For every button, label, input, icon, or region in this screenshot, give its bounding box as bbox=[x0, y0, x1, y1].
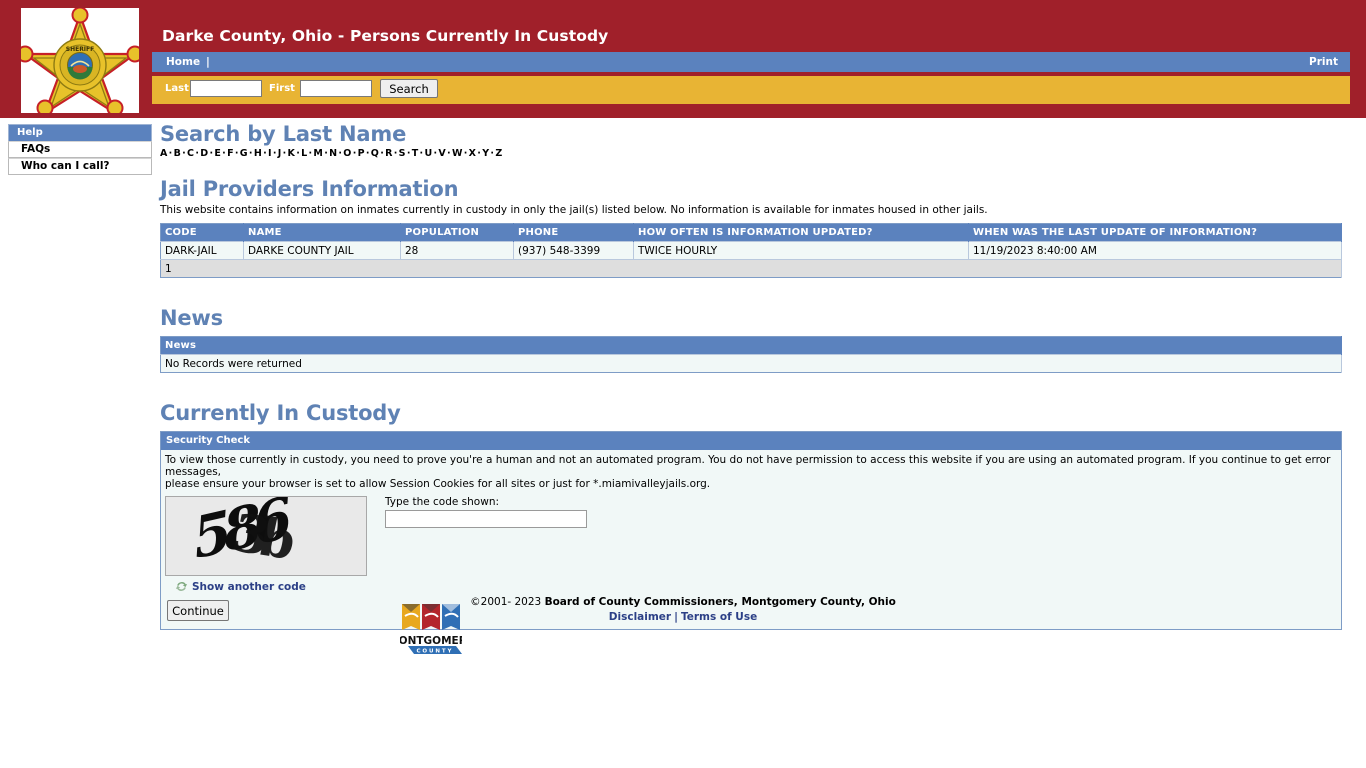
cell-update-freq: TWICE HOURLY bbox=[633, 241, 969, 260]
footer-copyright-owner: Board of County Commissioners, Montgomer… bbox=[544, 596, 896, 608]
captcha-image: 586 3b bbox=[165, 496, 367, 576]
footer-link-separator: | bbox=[674, 611, 678, 623]
nav-item-home[interactable]: Home bbox=[166, 56, 200, 68]
captcha-input-label: Type the code shown: bbox=[385, 496, 500, 508]
news-empty-message: No Records were returned bbox=[160, 354, 1342, 373]
cell-population: 28 bbox=[400, 241, 514, 260]
table-pager-row: 1 bbox=[160, 259, 1342, 278]
cell-name: DARKE COUNTY JAIL bbox=[243, 241, 401, 260]
alpha-link-l[interactable]: L bbox=[301, 148, 307, 159]
col-phone: PHONE bbox=[513, 223, 634, 242]
col-name: NAME bbox=[243, 223, 401, 242]
col-news: News bbox=[160, 336, 1342, 355]
sheriff-badge-logo: SHERIFF bbox=[21, 8, 139, 113]
section-title-search-by-last-name: Search by Last Name bbox=[160, 122, 407, 146]
alpha-link-z[interactable]: Z bbox=[495, 148, 502, 159]
section-title-news: News bbox=[160, 306, 223, 330]
sheriff-star-icon: SHERIFF bbox=[21, 8, 139, 113]
col-update-freq: HOW OFTEN IS INFORMATION UPDATED? bbox=[633, 223, 969, 242]
footer-copyright: ©2001- 2023 Board of County Commissioner… bbox=[470, 596, 896, 608]
first-name-input[interactable] bbox=[300, 80, 372, 97]
security-check-paragraph-line1: To view those currently in custody, you … bbox=[165, 454, 1331, 478]
alpha-link-s[interactable]: S bbox=[399, 148, 406, 159]
captcha-code-glyphs: 586 3b bbox=[190, 497, 295, 573]
alpha-link-q[interactable]: Q bbox=[371, 148, 379, 159]
alpha-link-p[interactable]: P bbox=[358, 148, 365, 159]
last-name-label: Last bbox=[165, 83, 189, 94]
col-population: POPULATION bbox=[400, 223, 514, 242]
jail-providers-table: CODE NAME POPULATION PHONE HOW OFTEN IS … bbox=[160, 223, 1342, 278]
col-last-update: WHEN WAS THE LAST UPDATE OF INFORMATION? bbox=[968, 223, 1342, 242]
sidebar-item-faqs[interactable]: FAQs bbox=[8, 141, 152, 158]
alpha-link-t[interactable]: T bbox=[412, 148, 419, 159]
refresh-icon[interactable] bbox=[175, 580, 188, 593]
news-header-row: News bbox=[160, 336, 1342, 355]
col-code: CODE bbox=[160, 223, 244, 242]
page-footer: MONTGOMERY C O U N T Y ©2001- 2023 Board… bbox=[0, 596, 1366, 655]
footer-copyright-prefix: ©2001- 2023 bbox=[470, 596, 545, 608]
alpha-link-m[interactable]: M bbox=[313, 148, 323, 159]
alpha-link-a[interactable]: A bbox=[160, 148, 168, 159]
captcha-input[interactable] bbox=[385, 510, 587, 528]
security-check-header: Security Check bbox=[161, 432, 1341, 450]
news-table: News No Records were returned bbox=[160, 336, 1342, 373]
svg-text:C O U N T Y: C O U N T Y bbox=[417, 649, 453, 655]
alpha-link-v[interactable]: V bbox=[438, 148, 446, 159]
cell-last-update: 11/19/2023 8:40:00 AM bbox=[968, 241, 1342, 260]
nav-separator: | bbox=[206, 56, 210, 68]
jail-providers-intro: This website contains information on inm… bbox=[160, 204, 988, 216]
first-name-label: First bbox=[269, 83, 295, 94]
montgomery-county-logo: MONTGOMERY C O U N T Y bbox=[400, 604, 463, 655]
cell-code: DARK-JAIL bbox=[160, 241, 244, 260]
alpha-link-o[interactable]: O bbox=[343, 148, 351, 159]
sidebar-item-who-can-i-call[interactable]: Who can I call? bbox=[8, 158, 152, 175]
show-another-code-link[interactable]: Show another code bbox=[192, 581, 306, 593]
svg-text:3b: 3b bbox=[233, 502, 293, 573]
svg-text:SHERIFF: SHERIFF bbox=[66, 46, 95, 53]
terms-of-use-link[interactable]: Terms of Use bbox=[681, 611, 757, 623]
pager-page-number[interactable]: 1 bbox=[160, 259, 1342, 278]
news-empty-row: No Records were returned bbox=[160, 354, 1342, 373]
alphabet-links: A·B·C·D·E·F·G·H·I·J·K·L·M·N·O·P·Q·R·S·T·… bbox=[160, 148, 1342, 159]
nav-item-print[interactable]: Print bbox=[1309, 56, 1338, 68]
section-title-jail-providers: Jail Providers Information bbox=[160, 177, 459, 201]
search-bar: Last First Search bbox=[152, 76, 1350, 104]
alpha-link-w[interactable]: W bbox=[452, 148, 463, 159]
main-content: Search by Last Name A·B·C·D·E·F·G·H·I·J·… bbox=[160, 122, 1342, 630]
table-header-row: CODE NAME POPULATION PHONE HOW OFTEN IS … bbox=[160, 223, 1342, 242]
alpha-link-f[interactable]: F bbox=[227, 148, 234, 159]
table-row: DARK-JAIL DARKE COUNTY JAIL 28 (937) 548… bbox=[160, 241, 1342, 260]
footer-links: Disclaimer | Terms of Use bbox=[470, 611, 896, 623]
last-name-input[interactable] bbox=[190, 80, 262, 97]
help-sidebar: Help FAQs Who can I call? bbox=[8, 124, 152, 175]
alpha-link-g[interactable]: G bbox=[240, 148, 248, 159]
top-navbar: Home | Print bbox=[152, 52, 1350, 72]
security-check-paragraph-line2: please ensure your browser is set to all… bbox=[165, 478, 711, 490]
sidebar-header-help: Help bbox=[8, 124, 152, 141]
page-title: Darke County, Ohio - Persons Currently I… bbox=[162, 27, 609, 45]
alpha-link-b[interactable]: B bbox=[174, 148, 182, 159]
svg-text:MONTGOMERY: MONTGOMERY bbox=[400, 635, 462, 647]
search-button[interactable]: Search bbox=[380, 79, 438, 98]
page-header: SHERIFF Darke County, Ohio - Persons Cur… bbox=[0, 0, 1366, 118]
alpha-link-h[interactable]: H bbox=[254, 148, 262, 159]
cell-phone: (937) 548-3399 bbox=[513, 241, 634, 260]
section-title-currently-in-custody: Currently In Custody bbox=[160, 401, 401, 425]
disclaimer-link[interactable]: Disclaimer bbox=[609, 611, 671, 623]
alpha-link-r[interactable]: R bbox=[385, 148, 393, 159]
